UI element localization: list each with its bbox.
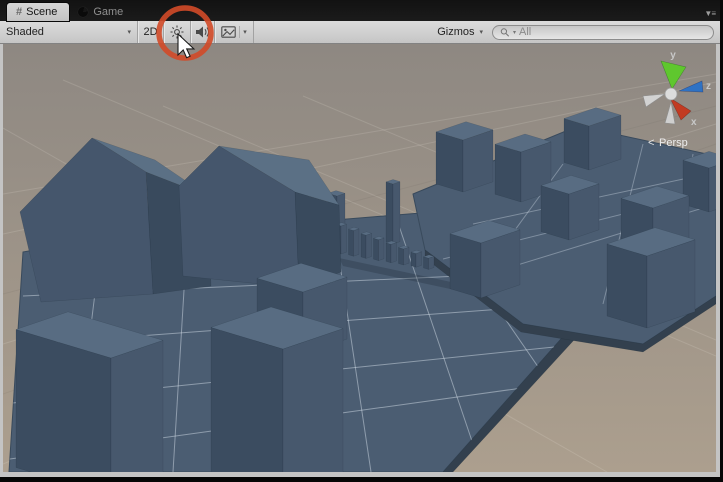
chevron-down-icon: ▾ (239, 26, 247, 38)
axis-z-label: z (706, 81, 711, 92)
stair-step-mesh[interactable] (399, 246, 410, 265)
lighting-toggle-button[interactable] (163, 21, 190, 43)
cube-mesh[interactable] (211, 307, 343, 472)
search-filter-chevron-icon: ▾ (513, 29, 516, 36)
scene-panel: # Scene Game ▼≡ Shaded ▾ 2D (0, 0, 720, 477)
viewport-frame: y z x < Persp (0, 44, 720, 477)
tab-scene[interactable]: # Scene (7, 3, 69, 21)
axis-x-label: x (691, 117, 697, 128)
grid-icon: # (16, 6, 22, 18)
gizmos-dropdown[interactable]: Gizmos ▾ (430, 21, 490, 43)
tab-game-label: Game (93, 6, 123, 18)
tab-scene-label: Scene (26, 6, 57, 18)
tab-game[interactable]: Game (69, 3, 135, 21)
axis-y-label: y (670, 50, 676, 61)
stair-step-mesh[interactable] (374, 236, 385, 260)
pillar-mesh[interactable] (386, 180, 400, 244)
toggle-2d-button[interactable]: 2D (137, 21, 163, 43)
effects-dropdown-button[interactable]: ▾ (214, 21, 254, 43)
draw-mode-dropdown[interactable]: Shaded ▾ (0, 21, 137, 43)
cube-mesh[interactable] (436, 122, 493, 192)
scene-search-field[interactable]: ▾ (492, 25, 714, 40)
cube-mesh[interactable] (564, 108, 621, 170)
image-icon (221, 26, 236, 38)
chevron-down-icon: ▾ (127, 29, 131, 36)
panel-menu-icon[interactable]: ▼≡ (704, 9, 715, 18)
magnifier-icon (500, 27, 510, 38)
gizmo-center-cube[interactable] (665, 88, 677, 100)
toggle-2d-label: 2D (143, 26, 157, 38)
draw-mode-value: Shaded (6, 26, 44, 38)
cube-mesh[interactable] (607, 228, 695, 328)
scene-toolbar: Shaded ▾ 2D (0, 21, 720, 44)
cube-mesh[interactable] (450, 220, 520, 298)
toolbar-spacer (254, 21, 430, 43)
audio-toggle-button[interactable] (190, 21, 214, 43)
unity-scene-view-window: # Scene Game ▼≡ Shaded ▾ 2D (0, 0, 723, 482)
chevron-down-icon: ▾ (479, 29, 483, 36)
stair-step-mesh[interactable] (424, 255, 435, 270)
cube-mesh[interactable] (16, 312, 163, 472)
stair-step-mesh[interactable] (349, 227, 360, 256)
stair-step-mesh[interactable] (411, 250, 422, 267)
tab-bar: # Scene Game ▼≡ (0, 0, 720, 21)
gizmos-label: Gizmos (437, 26, 474, 38)
game-icon (78, 7, 88, 17)
stair-step-mesh[interactable] (386, 241, 397, 263)
sun-icon (170, 25, 184, 39)
search-input[interactable] (519, 26, 706, 38)
cube-mesh[interactable] (541, 175, 599, 240)
speaker-icon (195, 25, 210, 39)
scene-canvas[interactable] (3, 44, 716, 472)
stair-step-mesh[interactable] (361, 232, 372, 259)
